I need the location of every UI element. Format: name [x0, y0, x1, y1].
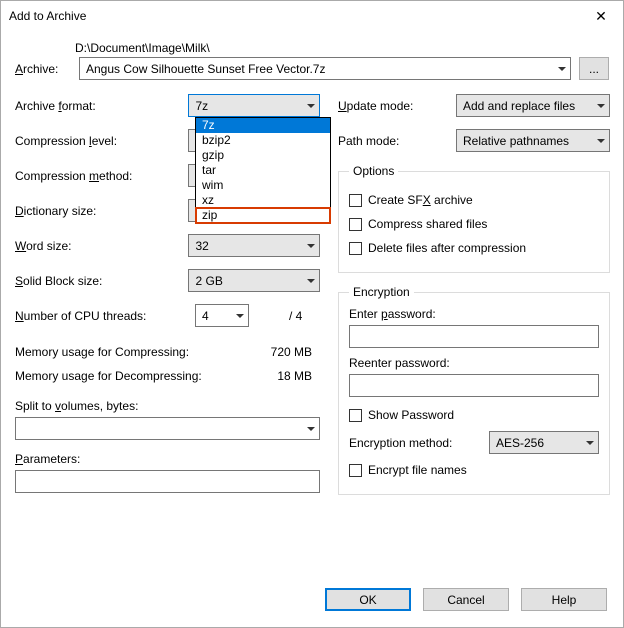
shared-label: Compress shared files	[368, 217, 487, 231]
format-option-tar[interactable]: tar	[196, 163, 330, 178]
chevron-down-icon	[307, 279, 315, 283]
word-size-label: Word size:	[15, 239, 188, 253]
chevron-down-icon	[586, 441, 594, 445]
archive-filename-value: Angus Cow Silhouette Sunset Free Vector.…	[86, 62, 325, 76]
cancel-button[interactable]: Cancel	[423, 588, 509, 611]
chevron-down-icon	[558, 67, 566, 71]
archive-format-dropdown: 7z bzip2 gzip tar wim xz zip	[195, 117, 331, 224]
archive-format-combo[interactable]: 7z	[188, 94, 320, 117]
show-password-label: Show Password	[368, 408, 454, 422]
compression-method-label: Compression method:	[15, 169, 188, 183]
checkbox-icon	[349, 242, 362, 255]
format-option-xz[interactable]: xz	[196, 193, 330, 208]
enter-password-label: Enter password:	[349, 307, 599, 321]
format-option-gzip[interactable]: gzip	[196, 148, 330, 163]
compression-level-label: Compression level:	[15, 134, 188, 148]
chevron-down-icon	[236, 314, 244, 318]
encryption-legend: Encryption	[349, 285, 414, 299]
reenter-password-label: Reenter password:	[349, 356, 599, 370]
encrypt-filenames-label: Encrypt file names	[368, 463, 467, 477]
checkbox-icon	[349, 464, 362, 477]
browse-button[interactable]: ...	[579, 57, 609, 80]
split-volumes-combo[interactable]	[15, 417, 320, 440]
cpu-threads-combo[interactable]: 4	[195, 304, 249, 327]
solid-block-size-label: Solid Block size:	[15, 274, 188, 288]
chevron-down-icon	[307, 104, 315, 108]
checkbox-icon	[349, 409, 362, 422]
encryption-method-label: Encryption method:	[349, 436, 489, 450]
archive-path-text: D:\Document\Image\Milk\	[75, 41, 609, 55]
format-option-zip[interactable]: zip	[196, 208, 330, 223]
archive-format-label: Archive format:	[15, 99, 188, 113]
word-size-combo[interactable]: 32	[188, 234, 320, 257]
encrypt-filenames-checkbox-row[interactable]: Encrypt file names	[349, 460, 599, 480]
cpu-threads-label: Number of CPU threads:	[15, 309, 195, 323]
cpu-threads-total: / 4	[289, 309, 302, 323]
encryption-method-combo[interactable]: AES-256	[489, 431, 599, 454]
delete-label: Delete files after compression	[368, 241, 526, 255]
checkbox-icon	[349, 218, 362, 231]
format-option-7z[interactable]: 7z	[196, 118, 330, 133]
solid-block-size-combo[interactable]: 2 GB	[188, 269, 320, 292]
archive-filename-combo[interactable]: Angus Cow Silhouette Sunset Free Vector.…	[79, 57, 571, 80]
mem-compress-label: Memory usage for Compressing:	[15, 345, 189, 361]
shared-checkbox-row[interactable]: Compress shared files	[349, 214, 599, 234]
checkbox-icon	[349, 194, 362, 207]
split-volumes-label: Split to volumes, bytes:	[15, 399, 320, 413]
dictionary-size-label: Dictionary size:	[15, 204, 188, 218]
mem-decompress-label: Memory usage for Decompressing:	[15, 369, 202, 385]
update-mode-combo[interactable]: Add and replace files	[456, 94, 610, 117]
chevron-down-icon	[597, 104, 605, 108]
sfx-label: Create SFX archive	[368, 193, 473, 207]
close-button[interactable]: ✕	[579, 1, 623, 31]
ok-button[interactable]: OK	[325, 588, 411, 611]
archive-label: Archive:	[15, 62, 71, 76]
chevron-down-icon	[597, 139, 605, 143]
help-button[interactable]: Help	[521, 588, 607, 611]
chevron-down-icon	[307, 244, 315, 248]
path-mode-label: Path mode:	[338, 134, 456, 148]
encryption-group: Encryption Enter password: Reenter passw…	[338, 285, 610, 495]
titlebar: Add to Archive ✕	[1, 1, 623, 31]
chevron-down-icon	[307, 427, 315, 431]
reenter-password-input[interactable]	[349, 374, 599, 397]
options-group: Options Create SFX archive Compress shar…	[338, 164, 610, 273]
update-mode-label: Update mode:	[338, 99, 456, 113]
format-option-bzip2[interactable]: bzip2	[196, 133, 330, 148]
close-icon: ✕	[595, 8, 607, 25]
format-option-wim[interactable]: wim	[196, 178, 330, 193]
parameters-label: Parameters:	[15, 452, 320, 466]
options-legend: Options	[349, 164, 398, 178]
window-title: Add to Archive	[9, 9, 86, 23]
delete-checkbox-row[interactable]: Delete files after compression	[349, 238, 599, 258]
mem-compress-value: 720 MB	[271, 345, 312, 361]
parameters-input[interactable]	[15, 470, 320, 493]
enter-password-input[interactable]	[349, 325, 599, 348]
path-mode-combo[interactable]: Relative pathnames	[456, 129, 610, 152]
sfx-checkbox-row[interactable]: Create SFX archive	[349, 190, 599, 210]
mem-decompress-value: 18 MB	[277, 369, 312, 385]
show-password-checkbox-row[interactable]: Show Password	[349, 405, 599, 425]
